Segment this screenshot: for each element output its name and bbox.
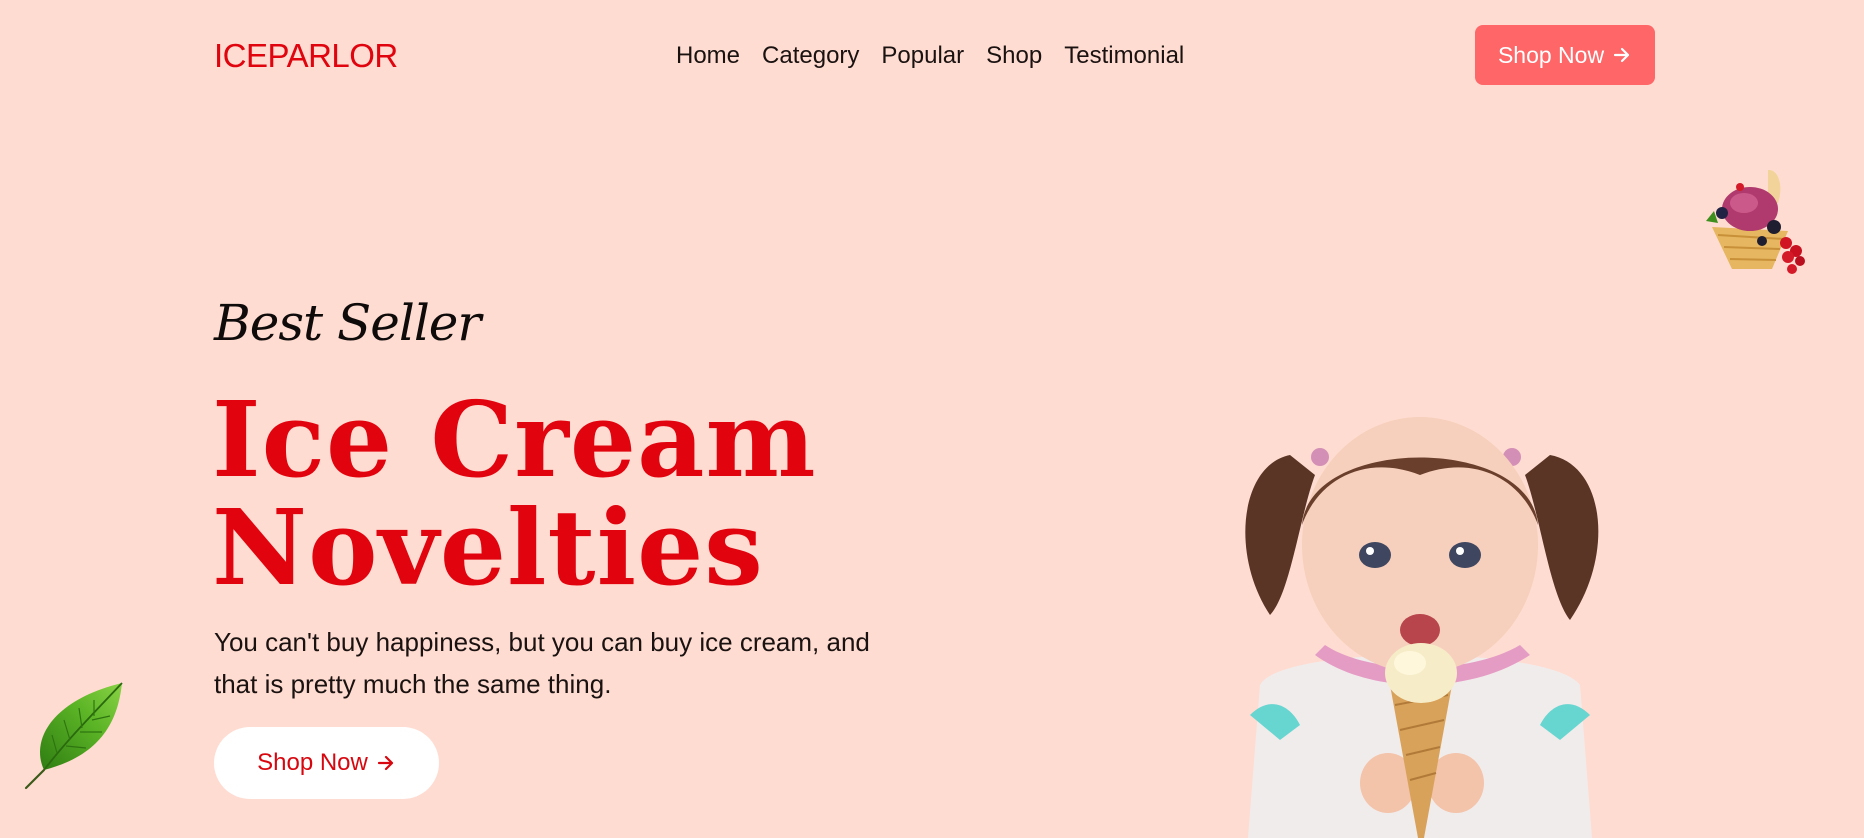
hero-title-line-2: Novelties xyxy=(212,486,764,609)
logo[interactable]: ICEPARLOR xyxy=(214,34,398,78)
navbar: ICEPARLOR Home Category Popular Shop Tes… xyxy=(0,0,1864,114)
nav-link-home[interactable]: Home xyxy=(676,38,740,74)
girl-with-ice-cream-image xyxy=(1245,417,1599,838)
page: ICEPARLOR Home Category Popular Shop Tes… xyxy=(0,0,1864,838)
header-shop-now-label: Shop Now xyxy=(1497,41,1605,68)
berry-ice-cream-image xyxy=(1706,169,1805,274)
hero-shop-now-label: Shop Now xyxy=(257,749,368,776)
nav-link-testimonial[interactable]: Testimonial xyxy=(1064,38,1184,74)
hero-shop-now-button[interactable]: Shop Now xyxy=(214,727,439,799)
header-shop-now-button[interactable]: Shop Now xyxy=(1475,25,1655,85)
nav-link-popular[interactable]: Popular xyxy=(881,38,964,74)
arrow-right-icon xyxy=(1613,47,1630,63)
nav-link-category[interactable]: Category xyxy=(762,38,859,74)
leaf-image xyxy=(24,682,123,790)
hero-description: You can't buy happiness, but you can buy… xyxy=(214,627,870,699)
nav-link-shop[interactable]: Shop xyxy=(986,38,1042,74)
hero-title: Ice Cream Novelties xyxy=(212,386,817,602)
nav-menu: Home Category Popular Shop Testimonial xyxy=(676,38,1184,74)
arrow-right-icon xyxy=(377,755,393,771)
hero-title-line-1: Ice Cream xyxy=(212,378,817,501)
hero-kicker: Best Seller xyxy=(214,294,481,352)
